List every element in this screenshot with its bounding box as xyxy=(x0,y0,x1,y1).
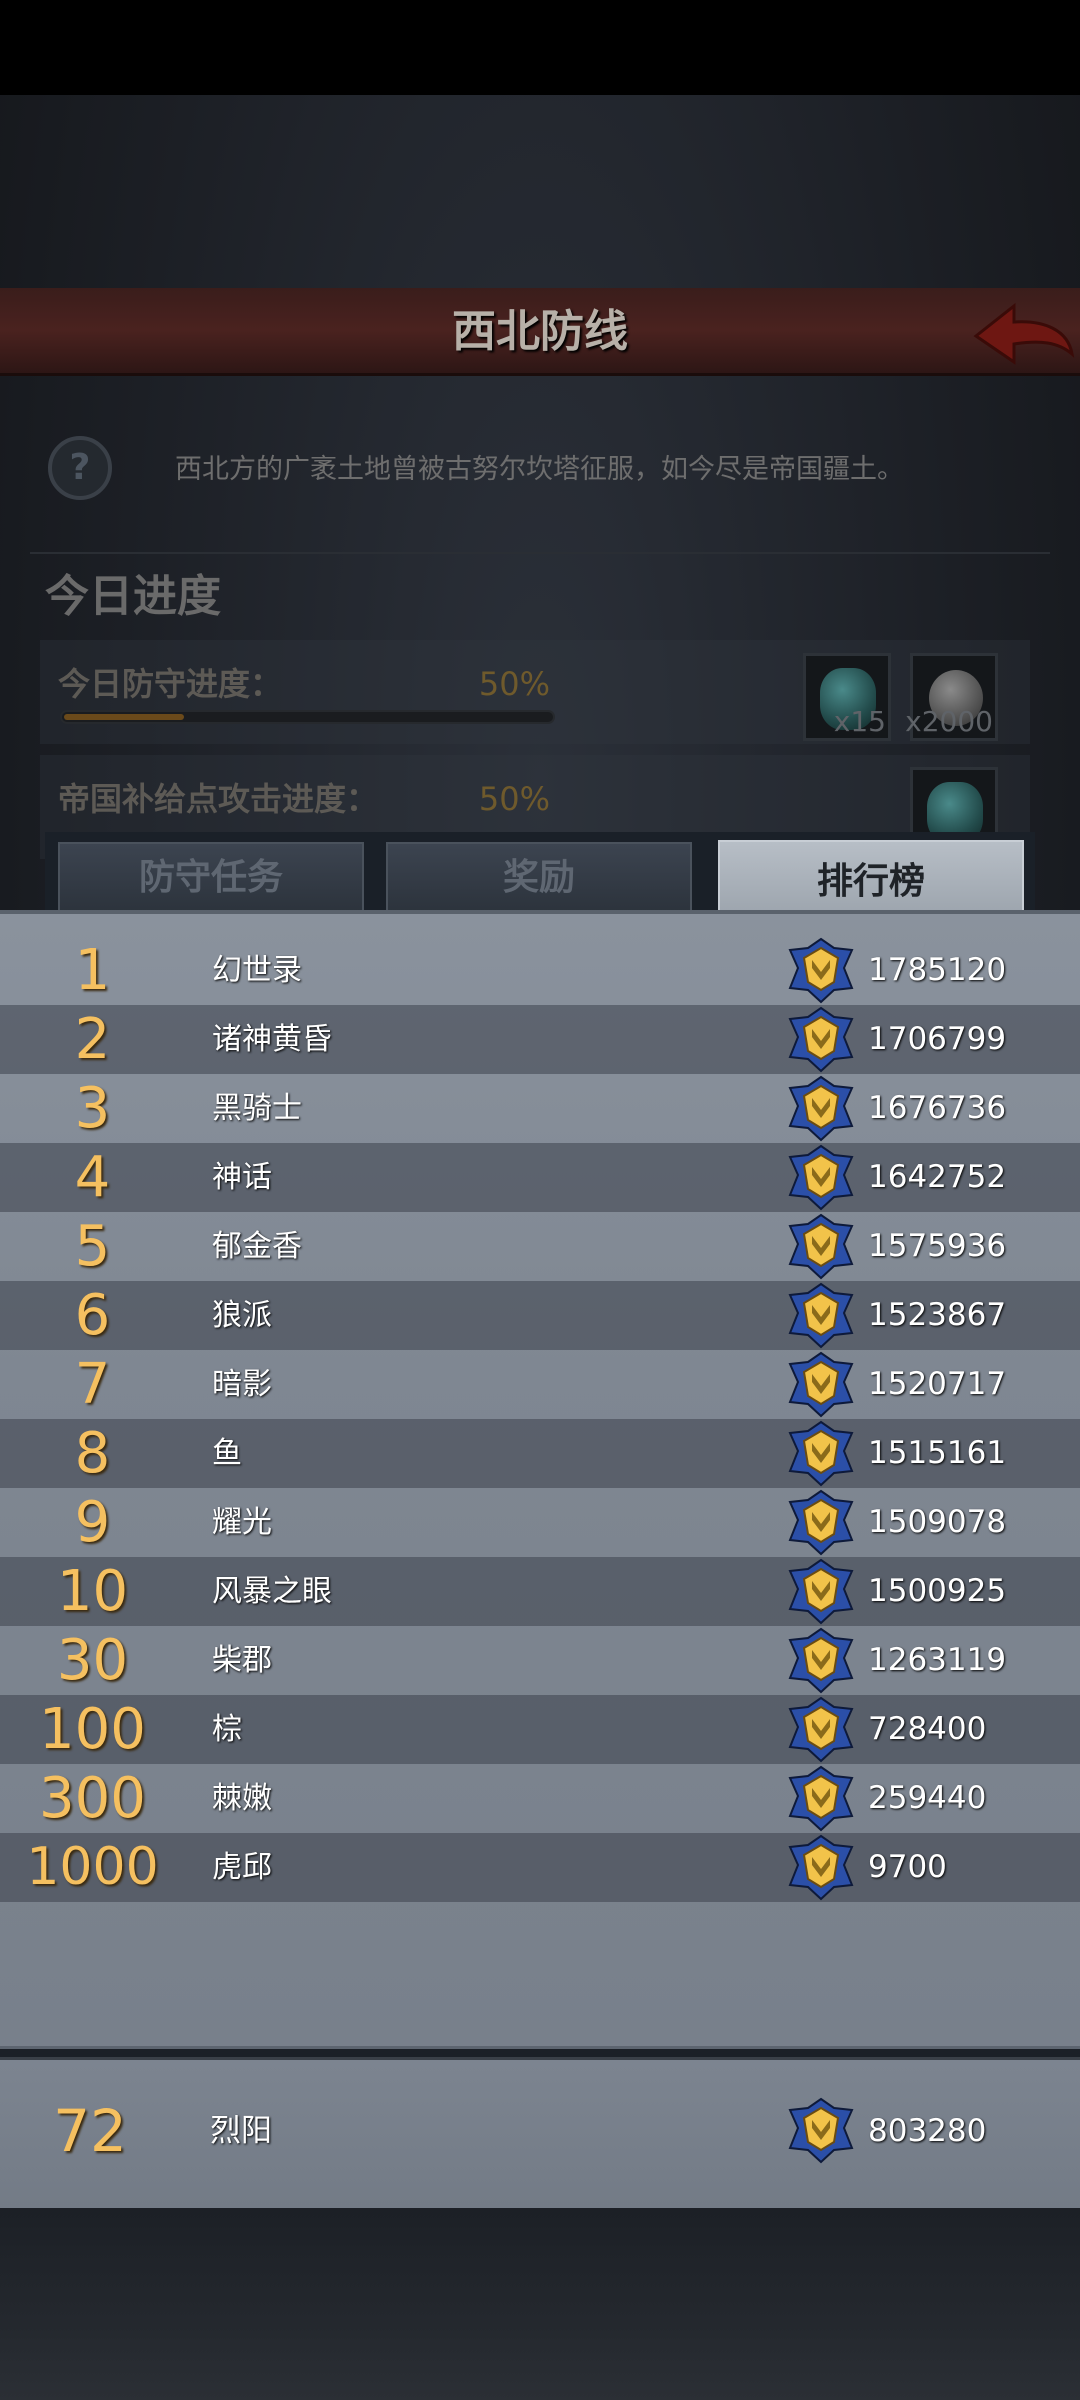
score-badge-icon xyxy=(782,1626,860,1695)
back-button[interactable] xyxy=(968,292,1078,372)
guild-score: 1500925 xyxy=(868,1573,1007,1609)
guild-name: 风暴之眼 xyxy=(212,1574,332,1609)
rank-number: 300 xyxy=(39,1766,146,1831)
help-icon[interactable]: ? xyxy=(48,436,112,500)
guild-score: 1575936 xyxy=(868,1228,1007,1264)
rank-number: 5 xyxy=(74,1214,111,1279)
guild-name: 郁金香 xyxy=(212,1229,302,1264)
rank-number: 8 xyxy=(74,1421,111,1486)
guild-score: 1642752 xyxy=(868,1159,1007,1195)
guild-name: 耀光 xyxy=(212,1505,272,1540)
score-badge-icon xyxy=(782,1833,860,1902)
game-screen: 西北防线 ? 西北方的广袤土地曾被古努尔坎塔征服，如今尽是帝国疆土。 今日进度 … xyxy=(0,0,1080,2400)
score-badge-icon xyxy=(782,1764,860,1833)
guild-name: 幻世录 xyxy=(212,953,302,988)
ranking-row[interactable]: 8 鱼 1515161 xyxy=(0,1419,1080,1488)
rank-number: 30 xyxy=(56,1628,129,1693)
ranking-row[interactable]: 5 郁金香 1575936 xyxy=(0,1212,1080,1281)
ranking-row[interactable]: 1 幻世录 1785120 xyxy=(0,936,1080,1005)
score-badge-icon xyxy=(782,936,860,1005)
defense-progress-value: 50% xyxy=(478,665,550,703)
guild-name: 黑骑士 xyxy=(212,1091,302,1126)
reward-slot-coin[interactable]: x2000 xyxy=(905,653,998,741)
score-badge-icon xyxy=(782,1281,860,1350)
guild-score: 1263119 xyxy=(868,1642,1007,1678)
guild-name: 暗影 xyxy=(212,1367,272,1402)
defense-progress-fill xyxy=(64,714,184,720)
bottom-background xyxy=(0,2208,1080,2400)
score-badge-icon xyxy=(782,1350,860,1419)
ranking-row[interactable]: 6 狼派 1523867 xyxy=(0,1281,1080,1350)
reward-slot-gem[interactable]: x15 xyxy=(803,653,891,741)
reward-count: x15 xyxy=(833,705,886,738)
score-badge-icon xyxy=(782,1005,860,1074)
guild-name: 棘嫩 xyxy=(212,1781,272,1816)
divider xyxy=(0,2046,1080,2060)
ranking-row[interactable]: 100 棕 728400 xyxy=(0,1695,1080,1764)
rank-number: 6 xyxy=(74,1283,111,1348)
guild-name: 神话 xyxy=(212,1160,272,1195)
supply-progress-label: 帝国补给点攻击进度： xyxy=(58,780,379,818)
rank-number: 2 xyxy=(74,1007,111,1072)
guild-score: 259440 xyxy=(868,1780,987,1816)
ranking-row[interactable]: 2 诸神黄昏 1706799 xyxy=(0,1005,1080,1074)
rank-number: 1 xyxy=(74,938,111,1003)
guild-score: 1785120 xyxy=(868,952,1007,988)
area-description: 西北方的广袤土地曾被古努尔坎塔征服，如今尽是帝国疆土。 xyxy=(175,454,904,485)
my-rank-score: 803280 xyxy=(868,2113,987,2149)
ranking-row[interactable]: 10 风暴之眼 1500925 xyxy=(0,1557,1080,1626)
guild-score: 1706799 xyxy=(868,1021,1007,1057)
back-arrow-icon xyxy=(973,302,1075,365)
ranking-row[interactable]: 7 暗影 1520717 xyxy=(0,1350,1080,1419)
page-title: 西北防线 xyxy=(452,306,628,357)
score-badge-icon xyxy=(782,1143,860,1212)
guild-name: 狼派 xyxy=(212,1298,272,1333)
score-badge-icon xyxy=(782,1488,860,1557)
guild-score: 728400 xyxy=(868,1711,987,1747)
ranking-row[interactable]: 30 柴郡 1263119 xyxy=(0,1626,1080,1695)
guild-name: 虎邱 xyxy=(212,1850,272,1885)
defense-progress-label: 今日防守进度： xyxy=(58,665,283,703)
ranking-row[interactable]: 9 耀光 1509078 xyxy=(0,1488,1080,1557)
my-rank-number: 72 xyxy=(53,2097,127,2165)
ranking-row[interactable]: 3 黑骑士 1676736 xyxy=(0,1074,1080,1143)
divider xyxy=(30,552,1050,554)
reward-count: x2000 xyxy=(905,705,993,738)
guild-score: 1523867 xyxy=(868,1297,1007,1333)
score-badge-icon xyxy=(782,2096,860,2165)
rank-number: 1000 xyxy=(26,1837,159,1897)
ranking-row[interactable]: 300 棘嫩 259440 xyxy=(0,1764,1080,1833)
tab-rewards[interactable]: 奖励 xyxy=(386,842,692,914)
rank-number: 4 xyxy=(74,1145,111,1210)
score-badge-icon xyxy=(782,1557,860,1626)
guild-score: 9700 xyxy=(868,1849,947,1885)
progress-heading: 今日进度 xyxy=(45,571,221,622)
rank-number: 100 xyxy=(39,1697,146,1762)
guild-score: 1676736 xyxy=(868,1090,1007,1126)
tab-defense-missions[interactable]: 防守任务 xyxy=(58,842,364,914)
ranking-row[interactable]: 1000 虎邱 9700 xyxy=(0,1833,1080,1902)
score-badge-icon xyxy=(782,1419,860,1488)
rank-number: 10 xyxy=(56,1559,129,1624)
guild-name: 棕 xyxy=(212,1712,242,1747)
guild-score: 1509078 xyxy=(868,1504,1007,1540)
guild-name: 鱼 xyxy=(212,1436,242,1471)
guild-score: 1520717 xyxy=(868,1366,1007,1402)
rank-number: 3 xyxy=(74,1076,111,1141)
guild-name: 柴郡 xyxy=(212,1643,272,1678)
my-rank-name: 烈阳 xyxy=(210,2113,272,2149)
guild-score: 1515161 xyxy=(868,1435,1007,1471)
rank-number: 7 xyxy=(74,1352,111,1417)
rank-number: 9 xyxy=(74,1490,111,1555)
guild-name: 诸神黄昏 xyxy=(212,1022,332,1057)
supply-progress-value: 50% xyxy=(478,780,550,818)
ranking-row[interactable]: 4 神话 1642752 xyxy=(0,1143,1080,1212)
score-badge-icon xyxy=(782,1212,860,1281)
defense-progress-bar xyxy=(60,710,555,724)
score-badge-icon xyxy=(782,1074,860,1143)
score-badge-icon xyxy=(782,1695,860,1764)
